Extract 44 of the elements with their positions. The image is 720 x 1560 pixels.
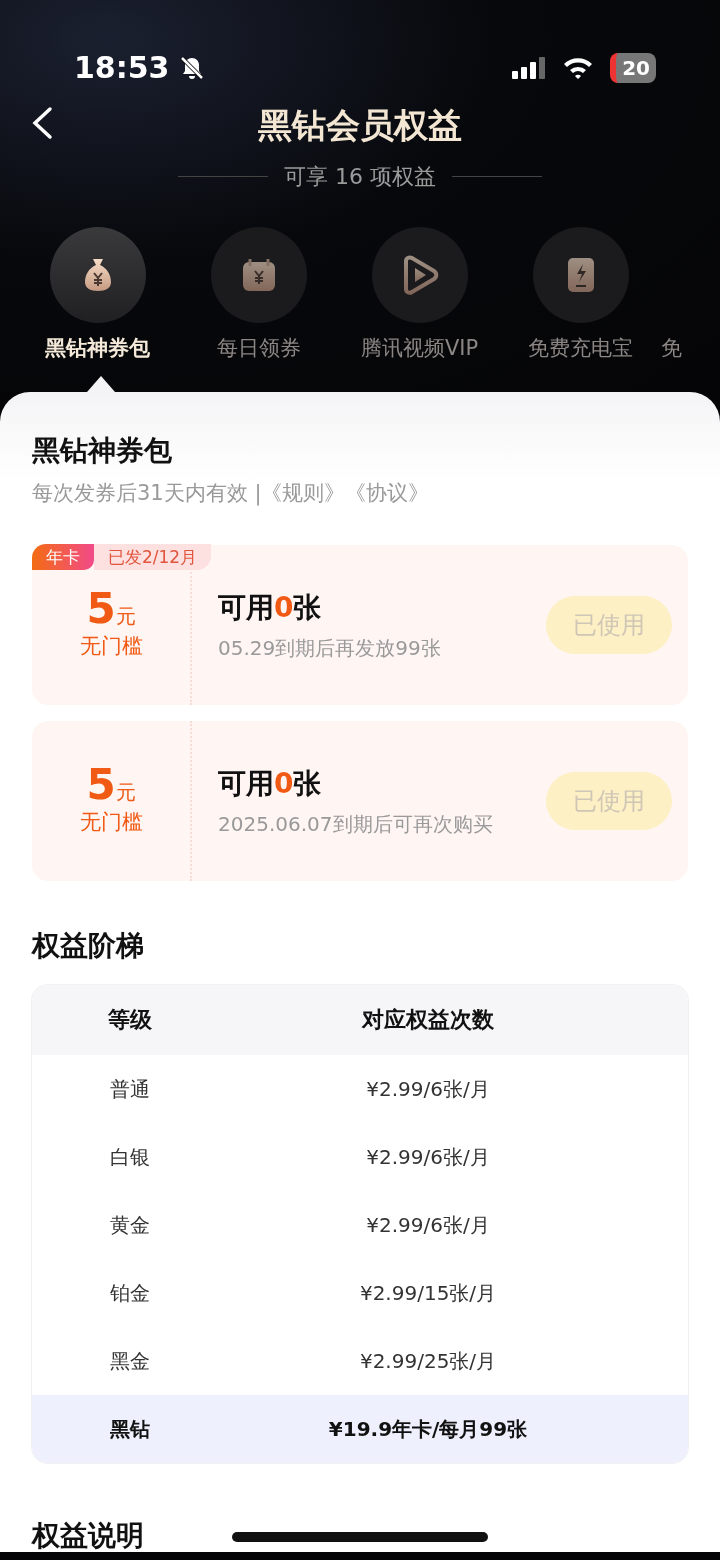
benefit-count: 可享 16 项权益 xyxy=(284,163,436,191)
benefit-tab[interactable]: 免 xyxy=(661,227,720,365)
coupon-expiry-note: 05.29到期后再发放99张 xyxy=(218,635,442,663)
card-type-tag: 年卡 xyxy=(32,544,94,571)
table-cell-text: 黑钻 xyxy=(109,1415,151,1443)
table-cell-text: 普通 xyxy=(109,1075,151,1103)
table-cell-text: 黄金 xyxy=(109,1211,151,1239)
section-title: 黑钻神券包 xyxy=(32,434,173,468)
rule-link[interactable]: 《协议》 xyxy=(345,477,430,510)
coupon-amount: 5 xyxy=(86,759,116,809)
currency-unit: 元 xyxy=(115,779,136,804)
benefit-tab[interactable]: 每日领券 xyxy=(178,227,339,365)
table-cell-text: ¥2.99/25张/月 xyxy=(358,1347,498,1375)
benefit-tab[interactable]: 黑钻神券包 xyxy=(17,227,178,365)
coupon-available-count: 可用0张 xyxy=(218,590,323,627)
back-icon[interactable] xyxy=(30,106,54,140)
coupon-condition: 无门槛 xyxy=(78,808,144,836)
table-cell-text: ¥2.99/6张/月 xyxy=(365,1143,491,1171)
coupon-amount: 5 xyxy=(86,583,116,633)
table-cell-text: ¥19.9年卡/每月99张 xyxy=(327,1415,529,1443)
table-cell-text: ¥2.99/6张/月 xyxy=(365,1075,491,1103)
validity-note: 每次发券后31天内有效 | xyxy=(32,479,262,508)
issued-count-tag: 已发2/12月 xyxy=(94,544,212,571)
benefit-tab[interactable]: 免费充电宝 xyxy=(500,227,661,365)
wifi-icon xyxy=(562,55,595,80)
currency-unit: 元 xyxy=(115,603,136,628)
coupon-condition: 无门槛 xyxy=(78,632,144,660)
table-cell-text: ¥2.99/15张/月 xyxy=(358,1279,498,1307)
column-header: 等级 xyxy=(107,1006,153,1035)
table-cell-text: 白银 xyxy=(109,1143,151,1171)
table-cell-text: 黑金 xyxy=(109,1347,151,1375)
coupon-available-count: 可用0张 xyxy=(218,766,323,803)
page-title: 黑钻会员权益 xyxy=(258,105,462,145)
battery-level: 20 xyxy=(610,52,656,83)
rule-link[interactable]: 《规则》 xyxy=(261,477,346,510)
section-title: 权益说明 xyxy=(32,1518,144,1552)
column-header: 对应权益次数 xyxy=(360,1006,495,1035)
section-title: 权益阶梯 xyxy=(32,929,145,963)
table-cell-text: 铂金 xyxy=(109,1279,151,1307)
benefit-tab[interactable]: 腾讯视频VIP xyxy=(339,227,500,365)
status-time: 18:53 xyxy=(74,49,170,87)
coupon-expiry-note: 2025.06.07到期后可再次购买 xyxy=(218,811,494,839)
signal-icon xyxy=(512,56,547,79)
table-cell-text: ¥2.99/6张/月 xyxy=(365,1211,491,1239)
